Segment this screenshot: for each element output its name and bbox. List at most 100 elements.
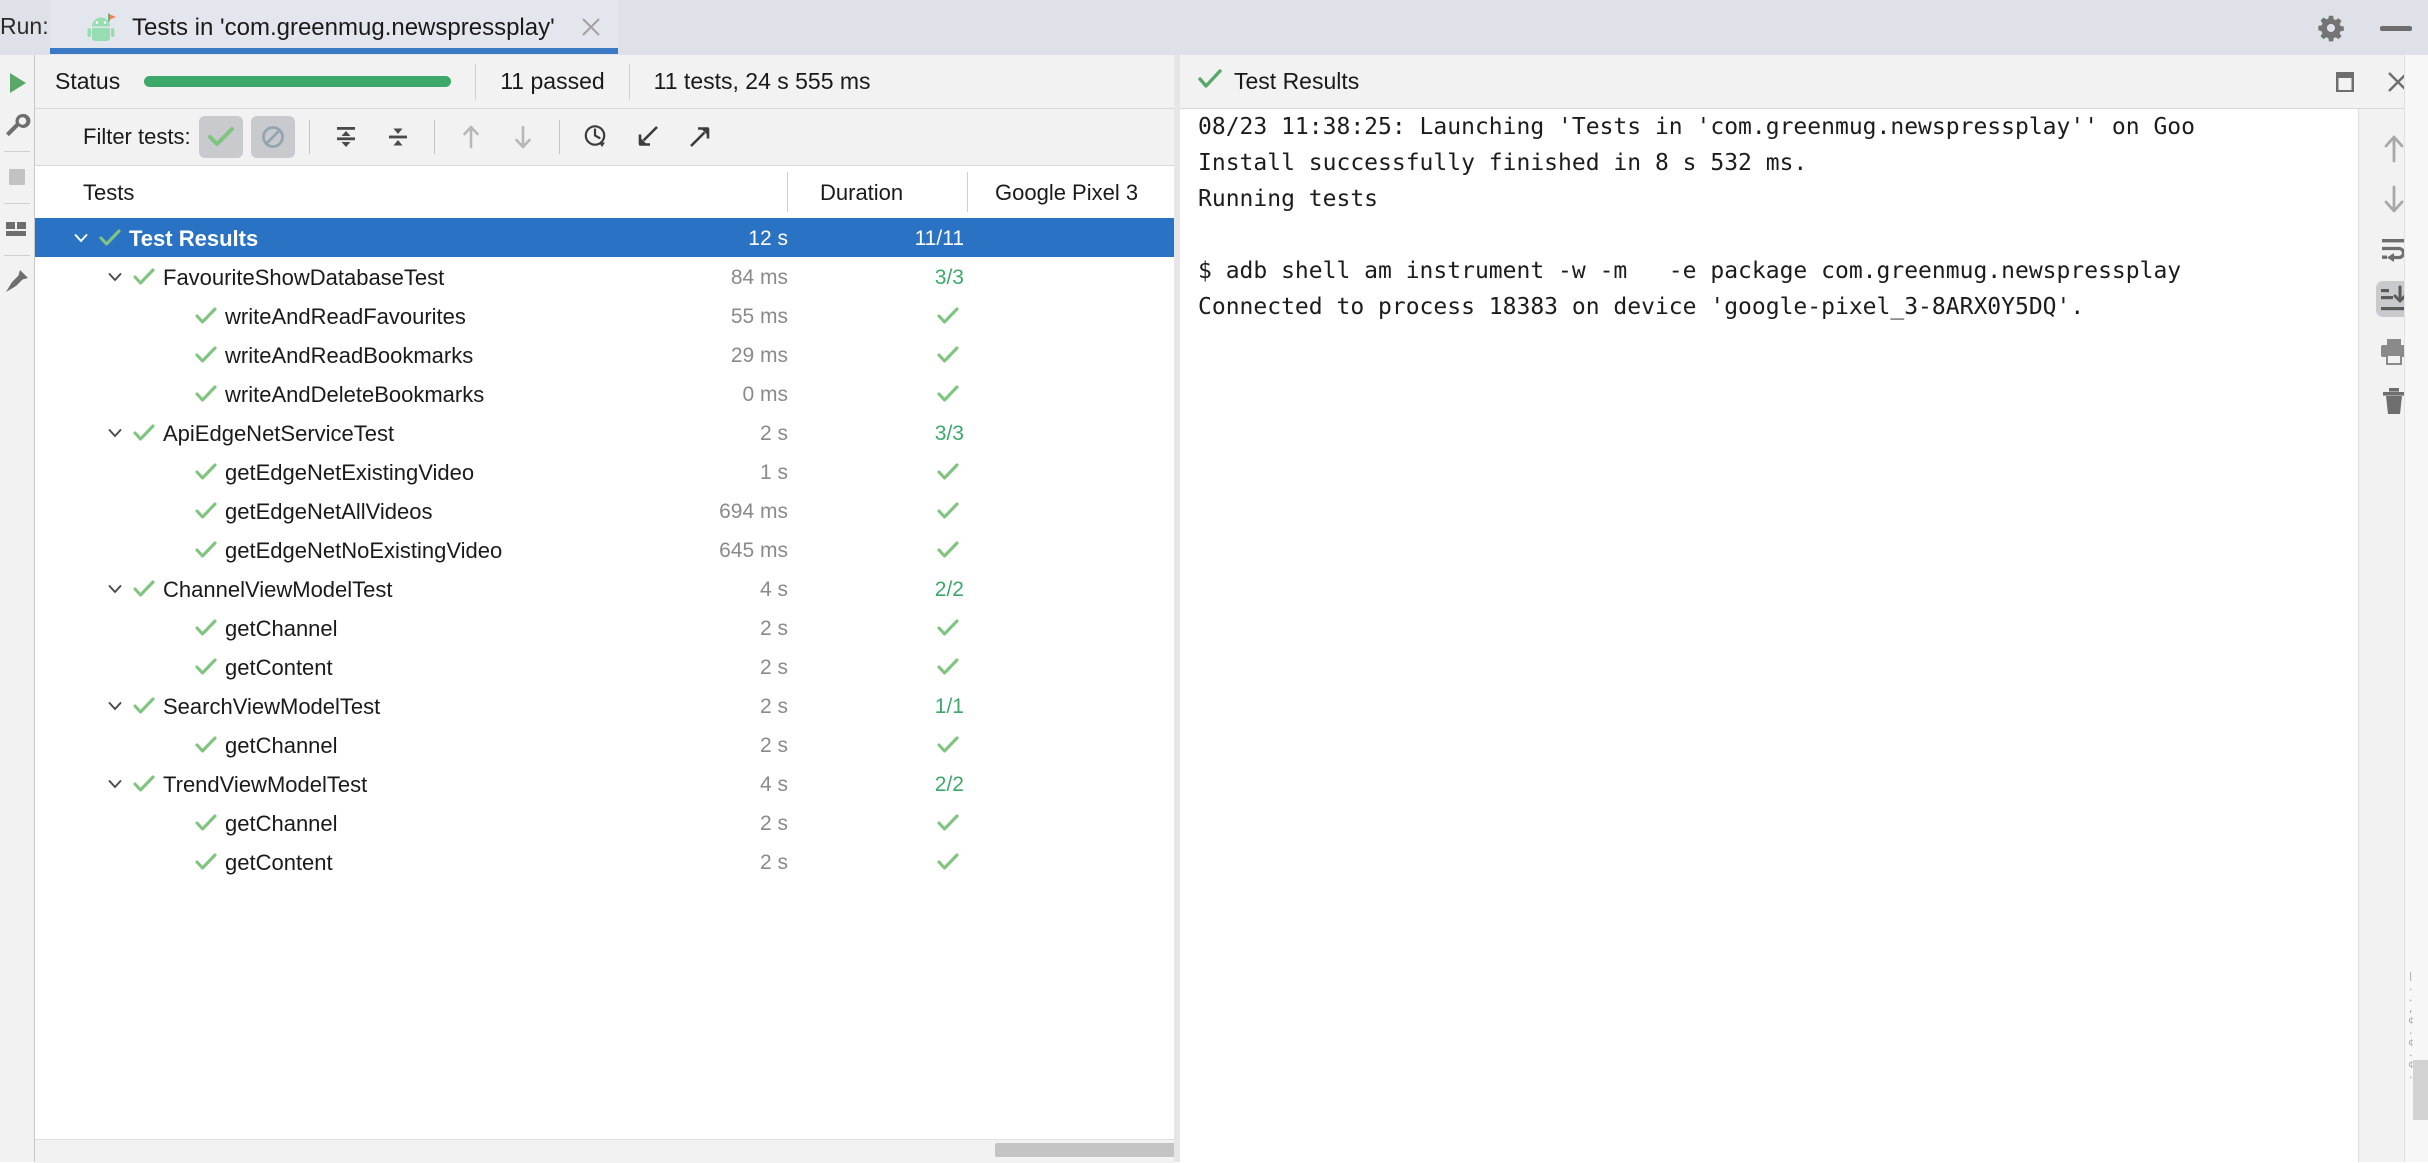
previous-failed-button[interactable] [449, 116, 493, 158]
test-duration: 2 s [759, 851, 788, 874]
console-title: Test Results [1234, 68, 1360, 94]
status-passed-icon [195, 736, 217, 754]
console-line: 08/23 11:38:25: Launching 'Tests in 'com… [1198, 114, 2195, 140]
chevron-down-icon[interactable] [107, 698, 123, 714]
android-test-icon [86, 13, 120, 43]
divider [308, 120, 310, 154]
test-duration: 2 s [759, 617, 788, 640]
gear-icon[interactable] [2317, 14, 2345, 42]
device-pass-ratio: 1/1 [934, 695, 964, 718]
table-row[interactable]: getEdgeNetNoExistingVideo 645 ms [35, 530, 1174, 569]
device-status-passed-icon [937, 619, 959, 637]
expand-all-button[interactable] [324, 116, 368, 158]
test-duration: 4 s [759, 773, 788, 796]
table-row[interactable]: getChannel 2 s [35, 608, 1174, 647]
next-failed-button[interactable] [501, 116, 545, 158]
table-row[interactable]: ChannelViewModelTest 4 s 2/2 [35, 569, 1174, 608]
column-header-duration[interactable]: Duration [820, 180, 903, 206]
device-pass-ratio: 3/3 [934, 266, 964, 289]
test-duration: 2 s [759, 656, 788, 679]
minimize-icon[interactable] [2380, 26, 2412, 31]
device-status-passed-icon [937, 814, 959, 832]
stop-button[interactable] [3, 163, 31, 191]
green-check-icon [1198, 69, 1222, 94]
restore-window-icon[interactable] [2330, 67, 2360, 97]
device-status-passed-icon [937, 541, 959, 559]
table-row[interactable]: writeAndDeleteBookmarks 0 ms [35, 374, 1174, 413]
column-header-tests[interactable]: Tests [83, 180, 134, 206]
divider [628, 63, 630, 100]
table-row[interactable]: SearchViewModelTest 2 s 1/1 [35, 686, 1174, 725]
close-icon[interactable] [580, 16, 602, 38]
test-duration: 29 ms [730, 344, 788, 367]
export-tests-button[interactable] [678, 116, 722, 158]
table-row[interactable]: getChannel 2 s [35, 725, 1174, 764]
test-duration: 694 ms [719, 500, 788, 523]
status-passed-icon [195, 853, 217, 871]
filter-toolbar: Filter tests: [35, 109, 1174, 166]
vertical-scrollbar-thumb[interactable] [2413, 1060, 2428, 1120]
table-row[interactable]: getEdgeNetAllVideos 694 ms [35, 491, 1174, 530]
collapse-all-button[interactable] [376, 116, 420, 158]
test-name: getEdgeNetNoExistingVideo [225, 538, 503, 563]
status-label: Status [55, 68, 121, 94]
chevron-down-icon[interactable] [73, 230, 89, 246]
device-pass-ratio: 11/11 [914, 227, 964, 250]
chevron-down-icon[interactable] [107, 269, 123, 285]
test-name: writeAndReadFavourites [225, 304, 466, 329]
run-tool-window-label: Run: [0, 13, 49, 39]
table-row[interactable]: writeAndReadBookmarks 29 ms [35, 335, 1174, 374]
test-name: TrendViewModelTest [163, 772, 368, 797]
test-duration: 2 s [759, 812, 788, 835]
divider [4, 203, 30, 204]
status-passed-icon [195, 814, 217, 832]
table-row[interactable]: writeAndReadFavourites 55 ms [35, 296, 1174, 335]
chevron-down-icon[interactable] [107, 581, 123, 597]
table-row[interactable]: getEdgeNetExistingVideo 1 s [35, 452, 1174, 491]
import-tests-button[interactable] [626, 116, 670, 158]
table-row[interactable]: FavouriteShowDatabaseTest 84 ms 3/3 [35, 257, 1174, 296]
progress-bar [144, 76, 452, 87]
table-row[interactable]: getChannel 2 s [35, 803, 1174, 842]
show-passed-toggle[interactable] [198, 116, 243, 158]
table-row[interactable]: getContent 2 s [35, 842, 1174, 881]
column-divider[interactable] [787, 172, 788, 212]
tab-tests-in-package[interactable]: Tests in 'com.greenmug.newspressplay' [50, 0, 618, 55]
device-status-passed-icon [937, 346, 959, 364]
device-pass-ratio: 2/2 [934, 773, 964, 796]
console-output[interactable]: 08/23 11:38:25: Launching 'Tests in 'com… [1180, 109, 2358, 1162]
layout-grid-icon[interactable] [3, 215, 31, 243]
show-ignored-toggle[interactable] [250, 116, 295, 158]
divider [4, 151, 30, 152]
table-row[interactable]: ApiEdgeNetServiceTest 2 s 3/3 [35, 413, 1174, 452]
device-status-passed-icon [937, 385, 959, 403]
sort-by-duration-button[interactable] [574, 116, 618, 158]
chevron-down-icon[interactable] [107, 776, 123, 792]
status-passed-icon [195, 463, 217, 481]
test-status-bar: Status 11 passed 11 tests, 24 s 555 ms [35, 55, 1174, 109]
status-passed-icon [195, 658, 217, 676]
table-row[interactable]: Test Results 12 s 11/11 [35, 218, 1174, 257]
test-results-tree[interactable]: Test Results 12 s 11/11 FavouriteShowDataba… [35, 218, 1174, 1123]
column-divider[interactable] [967, 172, 968, 212]
wrench-icon[interactable] [3, 111, 31, 139]
device-status-passed-icon [937, 658, 959, 676]
device-status-passed-icon [937, 853, 959, 871]
chevron-down-icon[interactable] [107, 425, 123, 441]
column-header-device[interactable]: Google Pixel 3 [995, 180, 1138, 206]
divider [433, 120, 435, 154]
device-status-passed-icon [937, 463, 959, 481]
tree-column-header: Tests Duration Google Pixel 3 [35, 166, 1174, 219]
passed-count: 11 passed [500, 68, 605, 94]
tab-active-underline [50, 48, 618, 54]
test-duration: 2 s [759, 695, 788, 718]
rerun-tests-button[interactable] [3, 69, 31, 97]
table-row[interactable]: TrendViewModelTest 4 s 2/2 [35, 764, 1174, 803]
pin-icon[interactable] [3, 267, 31, 295]
table-row[interactable]: getContent 2 s [35, 647, 1174, 686]
test-name: SearchViewModelTest [163, 694, 381, 719]
test-name: getChannel [225, 616, 338, 641]
status-passed-icon [195, 385, 217, 403]
console-line: Install successfully finished in 8 s 532… [1198, 150, 1808, 176]
